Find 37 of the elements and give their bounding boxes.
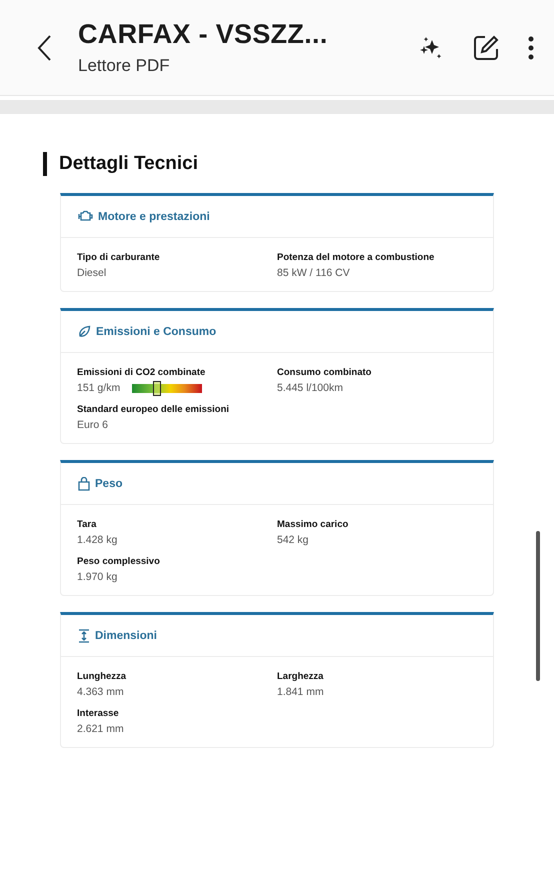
field-value: 542 kg: [277, 534, 310, 546]
edit-icon[interactable]: [472, 34, 500, 62]
field-label: Massimo carico: [277, 519, 350, 530]
field-value: 85 kW / 116 CV: [277, 267, 351, 279]
leaf-icon: [78, 325, 91, 338]
field-value: Euro 6: [77, 419, 109, 431]
field-label: Tara: [77, 519, 98, 530]
field-label: Emissioni di CO2 combinate: [77, 367, 206, 378]
card-title: Dimensioni: [95, 630, 157, 642]
field-label: Standard europeo delle emissioni: [77, 404, 230, 415]
field-value: 151 g/km: [77, 382, 120, 394]
height-icon: [78, 628, 90, 642]
card-title: Motore e prestazioni: [98, 210, 210, 222]
field-label: Peso complessivo: [77, 556, 161, 567]
field-label: Potenza del motore a combustione: [277, 252, 436, 263]
field-label: Interasse: [77, 708, 120, 719]
field-label: Consumo combinato: [277, 367, 372, 378]
card-title: Emissioni e Consumo: [96, 326, 216, 338]
field-value: Diesel: [77, 267, 108, 279]
field-value: 4.363 mm: [77, 686, 125, 698]
field-label: Tipo di carburante: [77, 252, 161, 263]
section-title: Dettagli Tecnici: [43, 152, 494, 176]
field-label: Lunghezza: [77, 671, 128, 682]
scrollbar[interactable]: [536, 531, 540, 681]
document-title: CARFAX - VSSZZ...: [78, 19, 329, 50]
field-value: 1.970 kg: [77, 571, 118, 583]
field-value: 5.445 l/100km: [277, 382, 344, 394]
field-label: Larghezza: [277, 671, 324, 682]
sparkle-icon[interactable]: [418, 34, 444, 60]
more-menu-icon[interactable]: [528, 36, 534, 60]
field-value: 1.841 mm: [277, 686, 325, 698]
app-subtitle: Lettore PDF: [78, 56, 171, 76]
field-value: 2.621 mm: [77, 723, 125, 735]
card-title: Peso: [95, 478, 122, 490]
back-button[interactable]: [36, 34, 52, 62]
field-value: 1.428 kg: [77, 534, 118, 546]
engine-icon: [78, 210, 93, 223]
